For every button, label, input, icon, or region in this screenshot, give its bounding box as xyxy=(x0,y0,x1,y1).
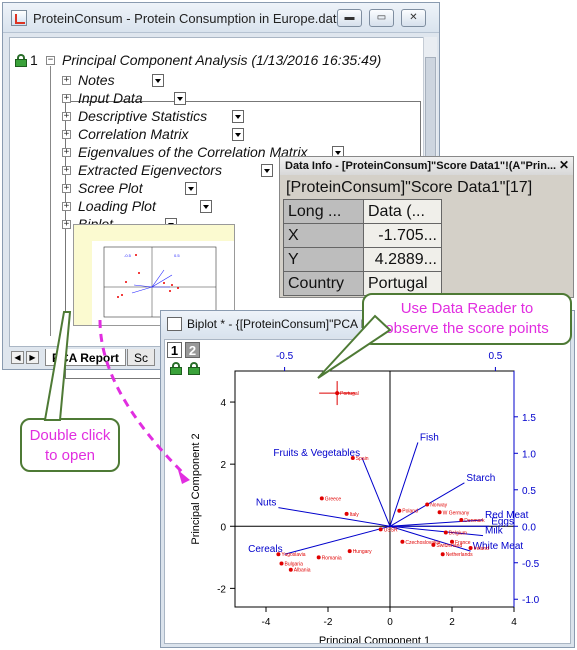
annotation-overlay xyxy=(43,311,392,484)
